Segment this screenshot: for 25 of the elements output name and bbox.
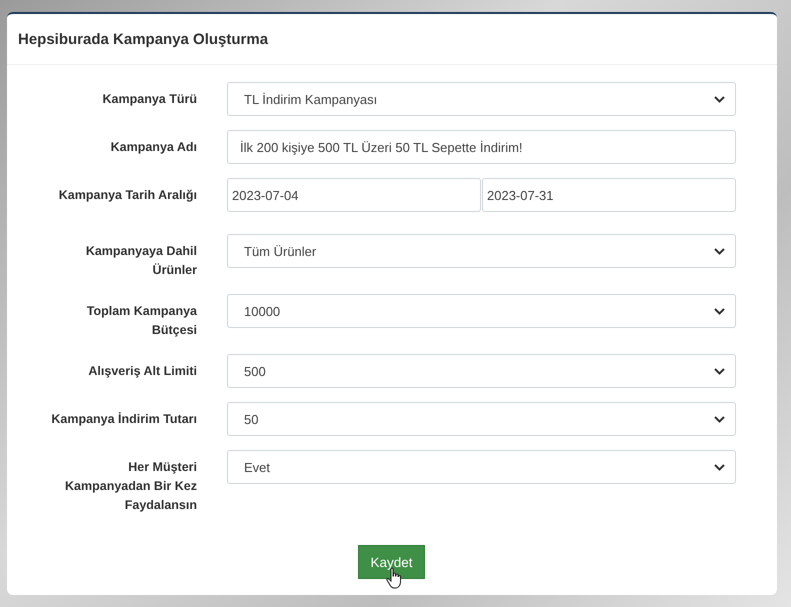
select-field[interactable]: 500: [227, 354, 736, 388]
chevron-down-icon: [714, 464, 725, 470]
select-field[interactable]: TL İndirim Kampanyası: [227, 82, 736, 116]
chevron-down-icon: [714, 248, 725, 254]
chevron-down-icon: [714, 416, 725, 422]
select-field[interactable]: Tüm Ürünler: [227, 234, 736, 268]
field-label: Her Müşteri Kampanyadan Bir Kez Faydalansın: [64, 459, 197, 514]
field-label: Kampanya Adı: [110, 139, 197, 156]
save-button[interactable]: Kaydet: [358, 545, 425, 579]
select-field[interactable]: Evet: [227, 450, 736, 484]
field-label: Toplam Kampanya Bütçesi: [86, 303, 197, 339]
field-label: Alışveriş Alt Limiti: [88, 363, 197, 380]
field-label: Kampanya İndirim Tutarı: [51, 411, 197, 428]
field-label: Kampanya Tarih Aralığı: [58, 187, 197, 204]
date-field[interactable]: 2023-07-31: [482, 178, 736, 212]
field-label: Kampanya Türü: [102, 91, 197, 108]
date-field[interactable]: 2023-07-04: [227, 178, 481, 212]
chevron-down-icon: [714, 308, 725, 314]
input-field[interactable]: İlk 200 kişiye 500 TL Üzeri 50 TL Sepette İndirim!: [227, 130, 736, 164]
select-field[interactable]: 50: [227, 402, 736, 436]
chevron-down-icon: [714, 96, 725, 102]
select-field[interactable]: 10000: [227, 294, 736, 328]
chevron-down-icon: [714, 368, 725, 374]
panel-title: Hepsiburada Kampanya Oluşturma: [7, 14, 777, 65]
field-label: Kampanyaya Dahil Ürünler: [84, 243, 197, 279]
